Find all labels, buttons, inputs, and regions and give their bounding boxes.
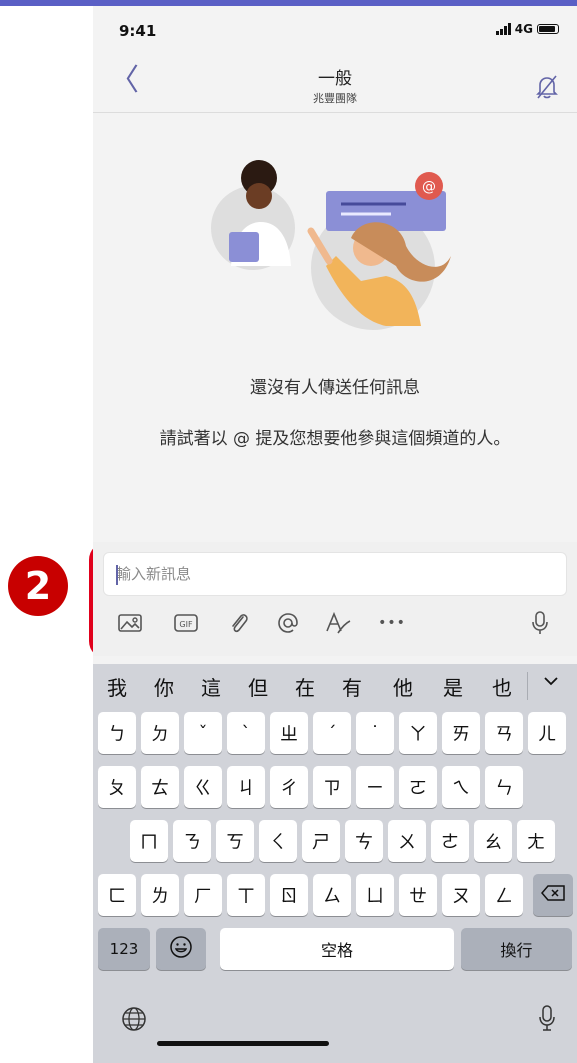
key[interactable]: ˋ bbox=[227, 712, 265, 754]
empty-state-hint: 請試著以 @ 提及您想要他參與這個頻道的人。 bbox=[159, 429, 511, 449]
key[interactable]: ㄨ bbox=[388, 820, 426, 862]
empty-conversation-illustration: @ bbox=[211, 160, 451, 330]
candidate-word[interactable]: 我 bbox=[107, 672, 127, 701]
key[interactable]: ㄅ bbox=[98, 712, 136, 754]
delete-key[interactable] bbox=[533, 874, 573, 916]
key[interactable]: ㄜ bbox=[431, 820, 469, 862]
phone-screen: 9:41 4G 〈 一般 兆豐團隊 @ 還沒有人傳送任何訊息 請試著以 @ 提及… bbox=[93, 6, 577, 1063]
key[interactable]: ㄋ bbox=[173, 820, 211, 862]
signal-icon bbox=[495, 23, 511, 35]
key[interactable]: ㄒ bbox=[227, 874, 265, 916]
more-icon[interactable]: ••• bbox=[377, 610, 407, 636]
candidate-word[interactable]: 你 bbox=[154, 672, 174, 701]
attach-icon[interactable] bbox=[225, 610, 253, 636]
key[interactable]: ㄊ bbox=[141, 766, 179, 808]
dictation-mic-icon[interactable] bbox=[537, 1004, 557, 1036]
composer-toolbar: GIF ••• bbox=[93, 604, 577, 644]
key[interactable]: ㄧ bbox=[356, 766, 394, 808]
key[interactable]: ㄖ bbox=[270, 874, 308, 916]
chevron-down-icon[interactable] bbox=[542, 672, 560, 695]
key[interactable]: ㄎ bbox=[216, 820, 254, 862]
channel-title: 一般 bbox=[318, 69, 352, 89]
numbers-key[interactable]: 123 bbox=[98, 928, 150, 970]
key[interactable]: ㄘ bbox=[345, 820, 383, 862]
key[interactable]: ㄙ bbox=[313, 874, 351, 916]
bell-off-icon[interactable] bbox=[535, 74, 559, 104]
key[interactable]: ˊ bbox=[313, 712, 351, 754]
space-key[interactable]: 空格 bbox=[220, 928, 454, 970]
image-icon[interactable] bbox=[115, 610, 145, 636]
step-number-badge: 2 bbox=[8, 556, 68, 616]
key[interactable]: ㄏ bbox=[184, 874, 222, 916]
key[interactable]: ㄠ bbox=[474, 820, 512, 862]
message-input[interactable] bbox=[104, 553, 568, 595]
status-time: 9:41 bbox=[119, 22, 157, 40]
key[interactable]: ㄑ bbox=[259, 820, 297, 862]
key[interactable]: ㄦ bbox=[528, 712, 566, 754]
mic-icon[interactable] bbox=[527, 610, 553, 636]
key[interactable]: ㄔ bbox=[270, 766, 308, 808]
message-composer: GIF ••• bbox=[93, 542, 577, 656]
network-label: 4G bbox=[514, 22, 533, 36]
key[interactable]: ㄟ bbox=[442, 766, 480, 808]
key[interactable]: ㄈ bbox=[98, 874, 136, 916]
key[interactable]: ㄗ bbox=[313, 766, 351, 808]
status-indicators: 4G bbox=[495, 22, 559, 36]
key[interactable]: ˙ bbox=[356, 712, 394, 754]
candidate-separator bbox=[527, 672, 528, 700]
globe-icon[interactable] bbox=[121, 1006, 147, 1036]
empty-state-title: 還沒有人傳送任何訊息 bbox=[250, 378, 420, 398]
key[interactable]: ㄞ bbox=[442, 712, 480, 754]
key[interactable]: ㄣ bbox=[485, 766, 523, 808]
emoji-key[interactable] bbox=[156, 928, 206, 970]
key[interactable]: ㄢ bbox=[485, 712, 523, 754]
backspace-icon bbox=[540, 884, 566, 907]
channel-header: 〈 一般 兆豐團隊 bbox=[93, 60, 577, 113]
candidate-word[interactable]: 有 bbox=[342, 672, 362, 701]
svg-text:@: @ bbox=[422, 179, 436, 195]
key[interactable]: ㄩ bbox=[356, 874, 394, 916]
key[interactable]: ˇ bbox=[184, 712, 222, 754]
mention-icon[interactable] bbox=[273, 610, 303, 636]
candidate-word[interactable]: 這 bbox=[201, 672, 221, 701]
key[interactable]: ㄝ bbox=[399, 874, 437, 916]
battery-icon bbox=[537, 24, 559, 34]
key[interactable]: ㄥ bbox=[485, 874, 523, 916]
key[interactable]: ㄉ bbox=[141, 712, 179, 754]
candidate-word[interactable]: 也 bbox=[492, 672, 512, 701]
format-icon[interactable] bbox=[323, 610, 353, 636]
key[interactable]: ㄕ bbox=[302, 820, 340, 862]
key[interactable]: ㄌ bbox=[141, 874, 179, 916]
key[interactable]: ㄚ bbox=[399, 712, 437, 754]
candidate-word[interactable]: 是 bbox=[443, 672, 463, 701]
key[interactable]: ㄓ bbox=[270, 712, 308, 754]
key[interactable]: ㄍ bbox=[184, 766, 222, 808]
candidate-word[interactable]: 他 bbox=[393, 672, 413, 701]
key[interactable]: ㄛ bbox=[399, 766, 437, 808]
return-key[interactable]: 換行 bbox=[461, 928, 572, 970]
key[interactable]: ㄇ bbox=[130, 820, 168, 862]
key[interactable]: ㄤ bbox=[517, 820, 555, 862]
emoji-icon bbox=[169, 935, 193, 964]
home-indicator[interactable] bbox=[157, 1041, 329, 1046]
status-bar: 9:41 4G bbox=[93, 6, 577, 60]
key[interactable]: ㄆ bbox=[98, 766, 136, 808]
key[interactable]: ㄐ bbox=[227, 766, 265, 808]
text-caret bbox=[116, 565, 118, 585]
zhuyin-keyboard: 我 你 這 但 在 有 他 是 也 ㄅ ㄉ ˇ ˋ ㄓ ˊ ˙ ㄚ ㄞ ㄢ ㄦ bbox=[93, 664, 577, 1063]
gif-icon[interactable]: GIF bbox=[171, 610, 201, 636]
team-name: 兆豐團隊 bbox=[313, 92, 357, 105]
gif-label: GIF bbox=[179, 620, 193, 629]
key[interactable]: ㄡ bbox=[442, 874, 480, 916]
candidate-word[interactable]: 在 bbox=[295, 672, 315, 701]
candidate-bar: 我 你 這 但 在 有 他 是 也 bbox=[93, 664, 577, 708]
candidate-word[interactable]: 但 bbox=[248, 672, 268, 701]
message-input-box[interactable] bbox=[103, 552, 568, 596]
